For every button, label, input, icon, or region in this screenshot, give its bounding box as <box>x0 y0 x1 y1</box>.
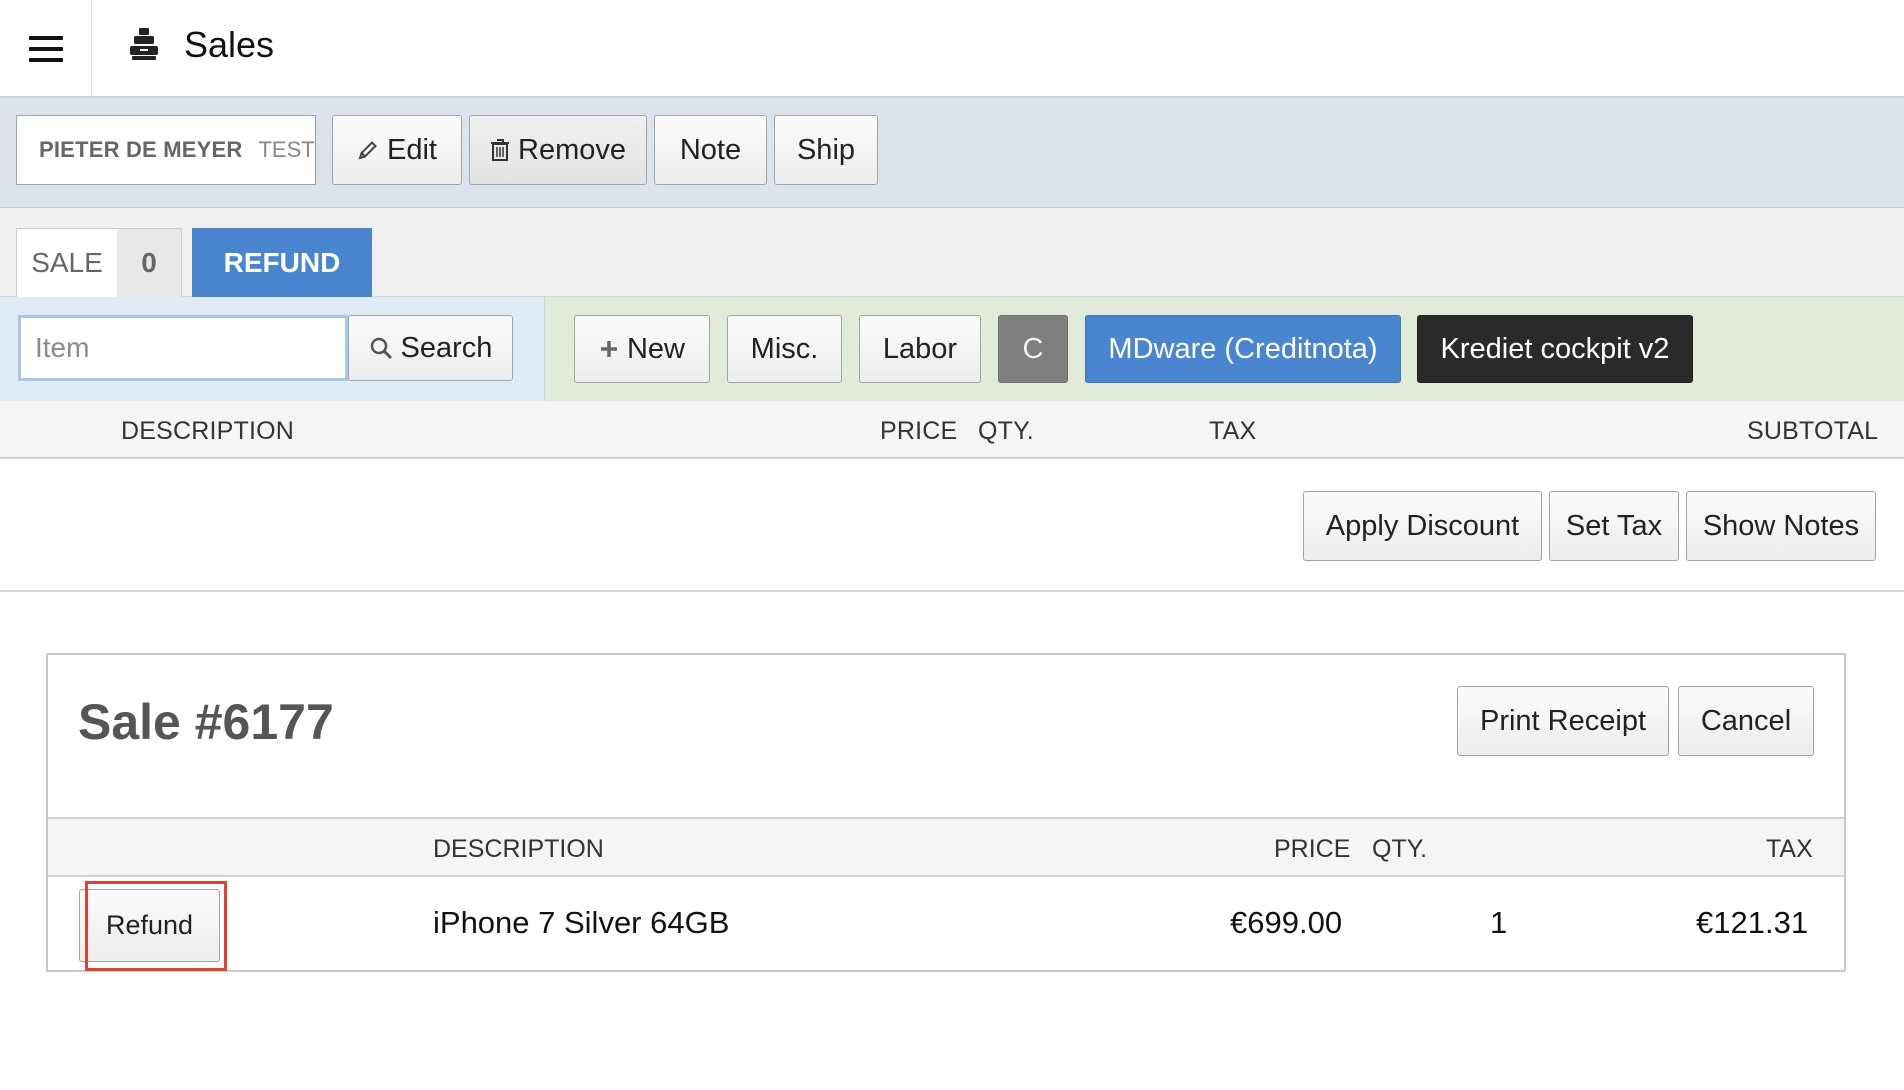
set-tax-button[interactable]: Set Tax <box>1549 491 1679 561</box>
search-label: Search <box>400 331 493 364</box>
item-tax: €121.31 <box>1696 905 1809 940</box>
col-tax: TAX <box>1766 835 1813 863</box>
quick-add-zone: New Misc. Labor C MDware (Creditnota) Kr… <box>545 297 1904 401</box>
search-button[interactable]: Search <box>348 315 513 381</box>
customer-name: PIETER DE MEYER <box>39 137 243 162</box>
item-search-input[interactable] <box>18 315 348 381</box>
col-qty: QTY. <box>978 417 1034 445</box>
col-description: DESCRIPTION <box>121 417 295 445</box>
item-price: €699.00 <box>1230 905 1343 940</box>
note-button[interactable]: Note <box>654 115 767 185</box>
show-notes-button[interactable]: Show Notes <box>1686 491 1876 561</box>
apply-discount-button[interactable]: Apply Discount <box>1303 491 1542 561</box>
previous-sale-table-header: DESCRIPTION PRICE QTY. TAX <box>48 817 1844 877</box>
hamburger-icon <box>28 35 63 62</box>
customer-chip[interactable]: PIETER DE MEYER TEST <box>16 115 316 185</box>
new-item-button[interactable]: New <box>574 315 710 383</box>
col-price: PRICE <box>1274 835 1351 863</box>
item-qty: 1 <box>1490 905 1508 940</box>
cancel-button[interactable]: Cancel <box>1678 686 1814 756</box>
col-tax: TAX <box>1209 417 1257 445</box>
sale-actions: Apply Discount Set Tax Show Notes <box>0 459 1904 592</box>
refund-item-button[interactable]: Refund <box>79 889 220 962</box>
customer-bar: PIETER DE MEYER TEST Edit Remove Note Sh… <box>0 98 1904 208</box>
hamburger-menu-button[interactable] <box>0 0 92 97</box>
labor-button[interactable]: Labor <box>859 315 981 383</box>
misc-button[interactable]: Misc. <box>727 315 842 383</box>
mdware-creditnota-button[interactable]: MDware (Creditnota) <box>1085 315 1401 383</box>
item-description: iPhone 7 Silver 64GB <box>433 905 730 940</box>
tab-sale-count: 0 <box>117 229 181 297</box>
col-subtotal: SUBTOTAL <box>1747 417 1879 445</box>
col-qty: QTY. <box>1372 835 1428 863</box>
tab-sale[interactable]: SALE 0 <box>16 228 182 297</box>
pencil-icon <box>357 139 379 161</box>
item-search-zone: Search <box>0 297 545 401</box>
edit-label: Edit <box>387 133 437 166</box>
top-app-bar: Sales <box>0 0 1904 98</box>
mode-tabs: SALE 0 REFUND <box>0 208 1904 297</box>
tab-refund[interactable]: REFUND <box>192 228 372 297</box>
print-receipt-button[interactable]: Print Receipt <box>1457 686 1669 756</box>
customer-tag: TEST <box>258 137 315 162</box>
page-title: Sales <box>184 24 275 65</box>
new-item-label: New <box>626 332 685 365</box>
col-description: DESCRIPTION <box>433 835 604 863</box>
table-row: Refund iPhone 7 Silver 64GB €699.00 1 €1… <box>48 877 1844 972</box>
search-icon <box>369 336 393 360</box>
ship-button[interactable]: Ship <box>774 115 878 185</box>
edit-button[interactable]: Edit <box>332 115 462 185</box>
sale-title: Sale #6177 <box>78 694 334 750</box>
plus-icon <box>599 339 619 359</box>
c-button[interactable]: C <box>998 315 1068 383</box>
trash-icon <box>490 138 510 162</box>
tab-sale-label: SALE <box>31 247 103 278</box>
register-icon <box>130 28 158 60</box>
remove-button[interactable]: Remove <box>469 115 647 185</box>
krediet-cockpit-button[interactable]: Krediet cockpit v2 <box>1417 315 1693 383</box>
previous-sale-panel: Sale #6177 Print Receipt Cancel DESCRIPT… <box>46 653 1846 972</box>
remove-label: Remove <box>518 133 626 166</box>
col-price: PRICE <box>880 417 958 445</box>
line-items-header: DESCRIPTION PRICE QTY. TAX SUBTOTAL <box>0 401 1904 459</box>
